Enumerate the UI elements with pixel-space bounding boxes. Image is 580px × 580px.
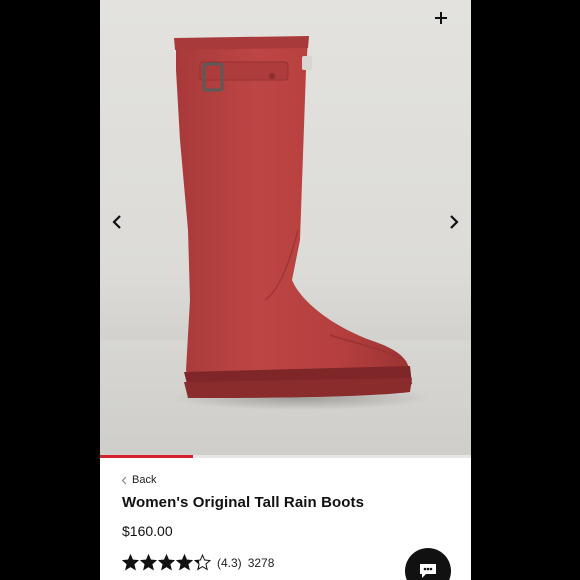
star-icon (158, 554, 175, 571)
expand-image-button[interactable] (431, 8, 451, 28)
product-title: Women's Original Tall Rain Boots (122, 494, 365, 511)
rating-value: (4.3) (217, 555, 242, 570)
previous-image-button[interactable] (105, 210, 129, 234)
plus-icon (435, 12, 447, 24)
product-price: $160.00 (122, 523, 173, 539)
star-icon (122, 554, 139, 571)
star-icon (194, 554, 211, 571)
back-label: Back (132, 474, 157, 486)
product-rating[interactable]: (4.3) 3278 (122, 554, 274, 571)
star-icon (140, 554, 157, 571)
chat-button[interactable] (405, 548, 451, 580)
chevron-left-icon (121, 476, 127, 484)
product-image-gallery[interactable] (100, 0, 471, 455)
product-screen: Back Women's Original Tall Rain Boots $1… (100, 0, 471, 580)
product-image-boot (170, 36, 430, 410)
gallery-progress-fill (100, 455, 193, 458)
chevron-right-icon (450, 215, 459, 229)
gallery-progress-bar (100, 455, 471, 458)
next-image-button[interactable] (442, 210, 466, 234)
star-rating (122, 554, 211, 571)
chat-bubble-icon (420, 564, 436, 578)
star-icon (176, 554, 193, 571)
back-link[interactable]: Back (121, 474, 156, 486)
chevron-left-icon (112, 215, 121, 229)
review-count: 3278 (247, 555, 275, 570)
